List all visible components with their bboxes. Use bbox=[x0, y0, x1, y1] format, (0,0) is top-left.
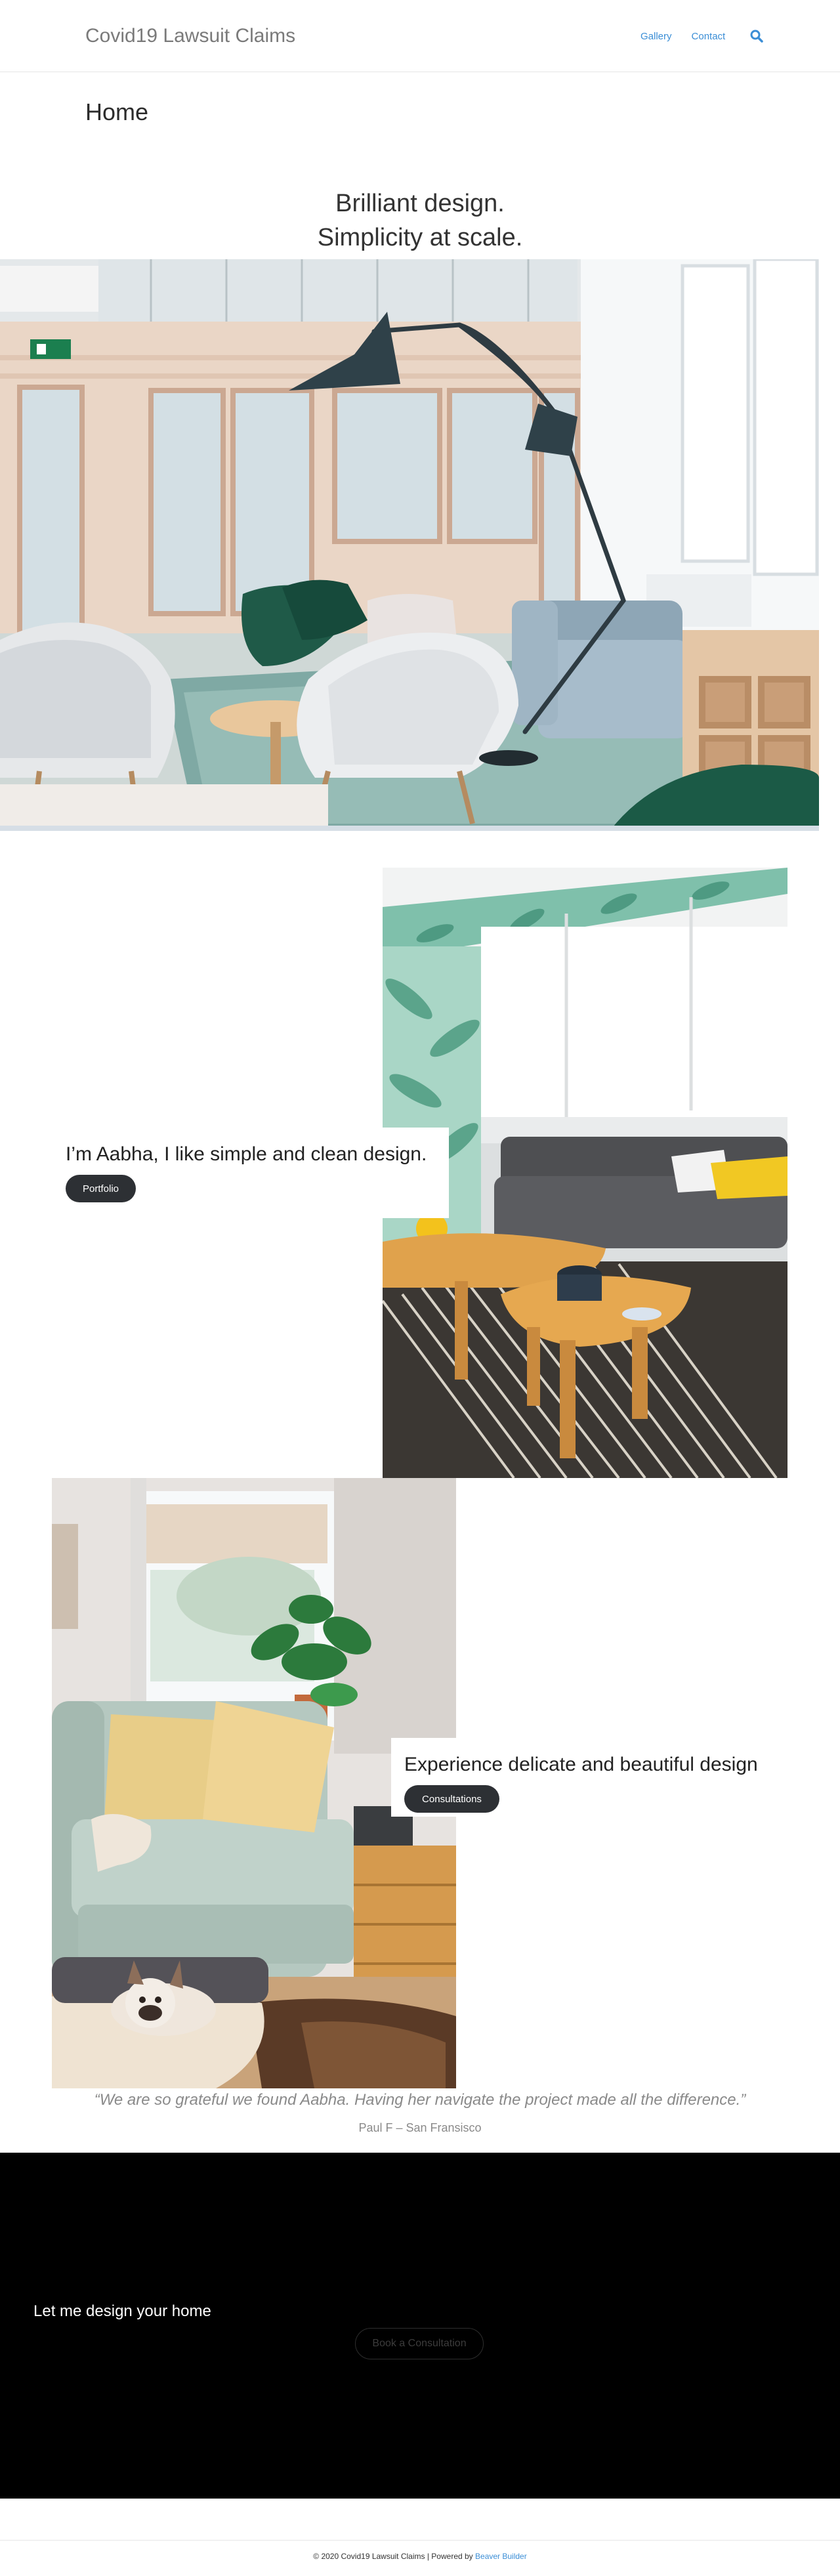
hero-image-edge bbox=[0, 826, 819, 831]
nav-item-contact[interactable]: Contact bbox=[692, 31, 726, 42]
hero-line-2: Simplicity at scale. bbox=[317, 224, 523, 251]
footer-builder-link[interactable]: Beaver Builder bbox=[475, 2552, 527, 2561]
search-icon[interactable] bbox=[750, 30, 763, 43]
consultations-button[interactable]: Consultations bbox=[404, 1785, 499, 1813]
about-heading: I’m Aabha, I like simple and clean desig… bbox=[66, 1143, 427, 1165]
footer-text: © 2020 Covid19 Lawsuit Claims | Powered … bbox=[0, 2552, 840, 2561]
nav-item-gallery[interactable]: Gallery bbox=[640, 31, 672, 42]
main-nav: Gallery Contact bbox=[640, 30, 763, 43]
testimonial-author: Paul F – San Fransisco bbox=[358, 2121, 482, 2134]
footer-copyright: © 2020 Covid19 Lawsuit Claims | Powered … bbox=[313, 2552, 476, 2561]
hero-heading: Brilliant design. Simplicity at scale. bbox=[0, 186, 840, 255]
site-title-link[interactable]: Covid19 Lawsuit Claims bbox=[85, 25, 295, 47]
portfolio-button[interactable]: Portfolio bbox=[66, 1175, 136, 1202]
page-title: Home bbox=[85, 98, 149, 125]
cta-heading: Let me design your home bbox=[33, 2302, 211, 2320]
cta-section bbox=[0, 2153, 840, 2499]
hero-line-1: Brilliant design. bbox=[335, 190, 505, 217]
testimonial-quote: “We are so grateful we found Aabha. Havi… bbox=[94, 2091, 746, 2109]
about-card bbox=[66, 1128, 449, 1218]
hero-living-room-image bbox=[0, 259, 819, 830]
book-consultation-button[interactable]: Book a Consultation bbox=[355, 2328, 484, 2359]
site-header: Covid19 Lawsuit Claims Gallery Contact bbox=[0, 0, 840, 72]
consultation-heading: Experience delicate and beautiful design bbox=[404, 1754, 758, 1775]
